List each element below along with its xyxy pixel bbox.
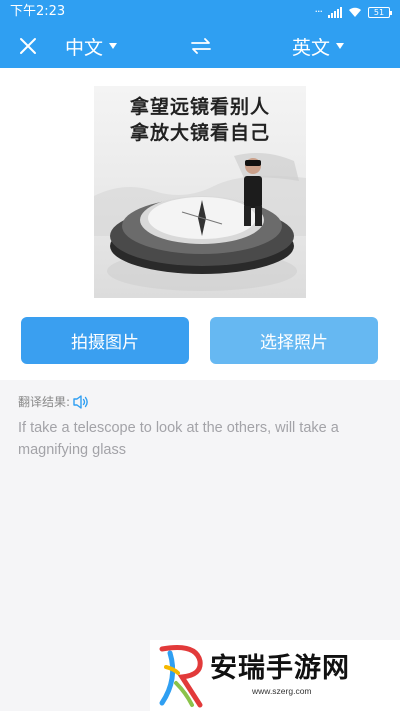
toolbar: 中文 英文	[0, 24, 400, 68]
chevron-down-icon	[109, 43, 118, 49]
watermark-url: www.szerg.com	[252, 686, 312, 696]
dots-icon: ···	[314, 5, 323, 18]
speaker-button[interactable]	[72, 394, 90, 410]
status-time: 下午2:23	[10, 4, 66, 19]
result-header: 翻译结果:	[18, 393, 90, 410]
target-language-selector[interactable]: 英文	[292, 24, 345, 68]
watermark-logo-icon	[159, 645, 203, 708]
chevron-down-icon	[336, 43, 345, 49]
source-language-selector[interactable]: 中文	[65, 24, 118, 68]
status-bar: 下午2:23 ··· 51	[0, 0, 400, 24]
status-icons: ··· 51	[314, 0, 392, 24]
wifi-icon	[349, 7, 361, 17]
app-header: 下午2:23 ··· 51 中文 英文	[0, 0, 400, 68]
source-image: 拿望远镜看别人 拿放大镜看自己	[94, 86, 306, 298]
image-panel: 拿望远镜看别人 拿放大镜看自己 拍摄图片 选择照片	[0, 68, 400, 380]
take-photo-button[interactable]: 拍摄图片	[21, 317, 189, 364]
watermark: 安瑞手游网 www.szerg.com	[150, 640, 400, 711]
translation-result: If take a telescope to look at the other…	[18, 420, 339, 458]
swap-arrows-icon	[191, 38, 211, 54]
signal-icon	[328, 6, 342, 18]
result-label: 翻译结果:	[18, 395, 71, 409]
speaker-icon	[73, 394, 88, 409]
close-icon	[20, 38, 36, 54]
choose-photo-button[interactable]: 选择照片	[210, 317, 378, 364]
target-language-label: 英文	[292, 36, 331, 59]
source-language-label: 中文	[65, 36, 104, 59]
swap-languages-button[interactable]	[188, 34, 214, 58]
close-button[interactable]	[14, 32, 42, 60]
watermark-title: 安瑞手游网	[210, 653, 350, 684]
battery-icon: 51	[368, 6, 392, 18]
compass-illustration	[94, 152, 306, 291]
battery-level: 51	[373, 7, 385, 17]
